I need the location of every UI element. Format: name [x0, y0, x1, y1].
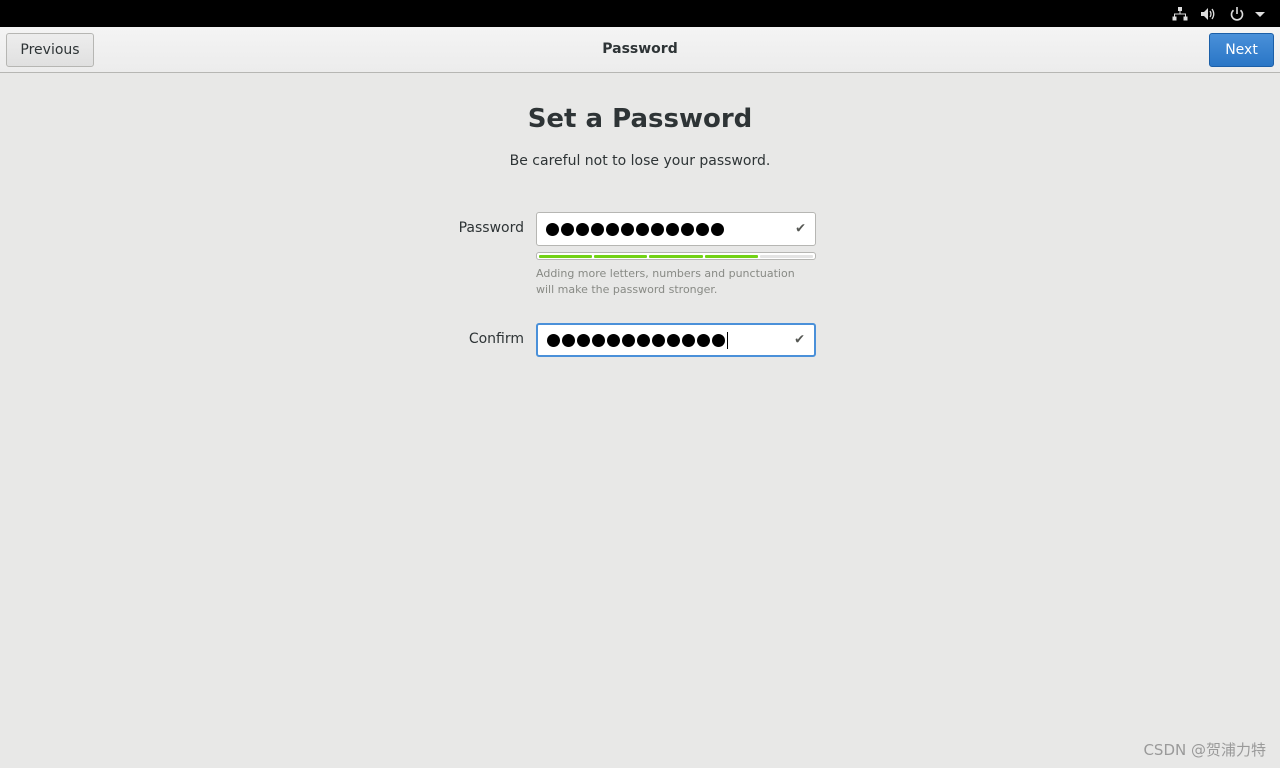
- page-subtitle: Be careful not to lose your password.: [509, 153, 771, 169]
- volume-icon[interactable]: [1200, 0, 1216, 27]
- header-bar: Previous Password Next: [0, 27, 1280, 73]
- password-strength-meter: [536, 252, 816, 260]
- mask-dot: [607, 333, 620, 347]
- mask-dot: [547, 333, 560, 347]
- confirm-masked-text: [547, 331, 728, 349]
- power-icon[interactable]: [1229, 0, 1245, 27]
- confirm-label: Confirm: [468, 331, 524, 347]
- mask-dot: [591, 222, 604, 236]
- strength-segment: [594, 254, 648, 258]
- strength-segment: [759, 254, 814, 258]
- strength-segment: [704, 254, 758, 258]
- check-icon: ✔: [794, 332, 805, 348]
- password-masked-text: [546, 222, 726, 236]
- page-title: Set a Password: [527, 104, 753, 134]
- check-icon: ✔: [795, 221, 806, 237]
- network-icon[interactable]: [1172, 0, 1188, 27]
- mask-dot: [666, 222, 679, 236]
- menu-arrow-icon[interactable]: [1254, 0, 1266, 27]
- mask-dot: [636, 222, 649, 236]
- text-caret: [727, 331, 728, 349]
- mask-dot: [711, 222, 724, 236]
- mask-dot: [667, 333, 680, 347]
- password-field[interactable]: ✔: [536, 212, 816, 246]
- mask-dot: [696, 222, 709, 236]
- mask-dot: [576, 222, 589, 236]
- confirm-password-field[interactable]: ✔: [536, 323, 816, 357]
- mask-dot: [562, 333, 575, 347]
- password-strength-hint: Adding more letters, numbers and punctua…: [536, 267, 795, 296]
- header-title: Password: [602, 41, 678, 57]
- mask-dot: [621, 222, 634, 236]
- mask-dot: [681, 222, 694, 236]
- mask-dot: [546, 222, 559, 236]
- mask-dot: [606, 222, 619, 236]
- mask-dot: [697, 333, 710, 347]
- system-top-bar: [0, 0, 1280, 27]
- strength-segment: [649, 254, 703, 258]
- mask-dot: [577, 333, 590, 347]
- mask-dot: [561, 222, 574, 236]
- mask-dot: [622, 333, 635, 347]
- mask-dot: [592, 333, 605, 347]
- password-label: Password: [458, 220, 524, 236]
- strength-segment: [539, 254, 593, 258]
- mask-dot: [652, 333, 665, 347]
- mask-dot: [712, 333, 725, 347]
- watermark: CSDN @贺浦力特: [1143, 741, 1266, 759]
- mask-dot: [651, 222, 664, 236]
- mask-dot: [637, 333, 650, 347]
- mask-dot: [682, 333, 695, 347]
- next-button[interactable]: Next: [1209, 33, 1274, 67]
